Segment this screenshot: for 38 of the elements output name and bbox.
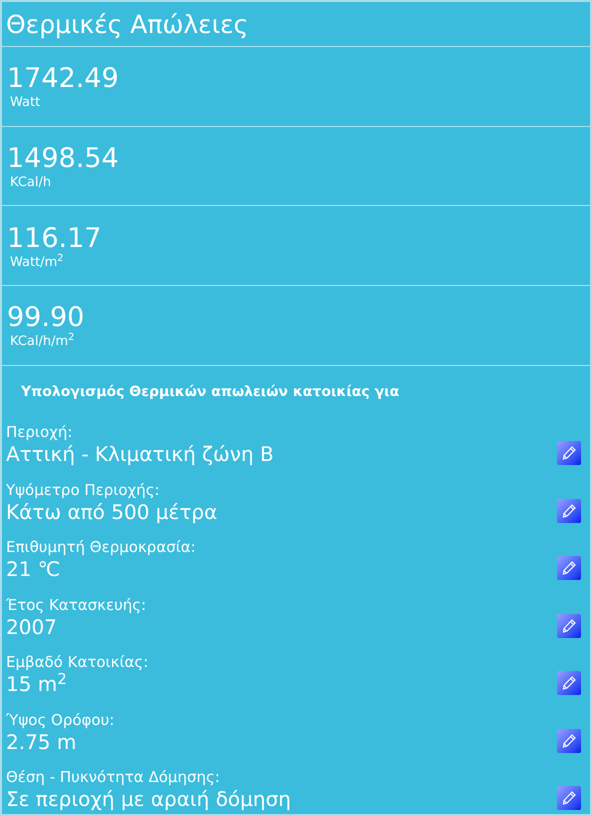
edit-button[interactable] (557, 728, 581, 752)
parameter-value: 2007 (6, 614, 58, 640)
pencil-icon (561, 502, 577, 518)
result-unit: KCal/h/m$^{2}$ (9, 334, 76, 350)
parameter-label: Υψόμετρο Περιοχής: (6, 480, 161, 498)
edit-button[interactable] (557, 786, 581, 810)
parameter-value: 2.75 m (6, 728, 78, 754)
pencil-icon (561, 790, 577, 806)
result-value: 116.17 (7, 222, 102, 254)
parameter-label: Περιοχή: (6, 423, 74, 441)
pencil-icon (561, 675, 577, 691)
result-value: 1742.49 (7, 63, 120, 96)
parameter-label: Επιθυμητή Θερμοκρασία: (6, 538, 196, 556)
page-title: Θερμικές Απώλειες (6, 12, 248, 37)
parameter-value: 21 ℃ (6, 556, 62, 582)
parameter-label: Εμβαδό Κατοικίας: (6, 653, 148, 671)
edit-button[interactable] (557, 614, 581, 638)
parameter-label: Έτος Κατασκευής: (6, 596, 146, 614)
result-unit: KCal/h (9, 175, 52, 192)
pencil-icon (561, 445, 577, 461)
parameter-label: Θέση - Πυκνότητα Δόμησης: (6, 768, 221, 786)
parameter-value: 15 m$^{2}$ (6, 671, 68, 697)
edit-button[interactable] (557, 556, 581, 580)
pencil-icon (561, 560, 577, 576)
section-heading: Υπολογισμός Θερμικών απωλειών κατοικίας για (20, 382, 400, 402)
parameter-value: Κάτω από 500 μέτρα (6, 498, 218, 524)
parameter-label: Ύψος Ορόφου: (6, 710, 114, 728)
pencil-icon (561, 732, 577, 748)
parameter-value: Σε περιοχή με αραιή δόμηση (6, 786, 291, 812)
pencil-icon (561, 618, 577, 634)
edit-button[interactable] (557, 498, 581, 522)
result-unit: Watt/m$^{2}$ (9, 254, 64, 271)
parameter-value: Αττική - Κλιματική ζώνη Β (6, 441, 274, 467)
edit-button[interactable] (557, 441, 581, 465)
edit-button[interactable] (557, 671, 581, 695)
result-value: 99.90 (7, 302, 86, 334)
result-value: 1498.54 (7, 143, 120, 176)
result-unit: Watt (9, 95, 42, 112)
